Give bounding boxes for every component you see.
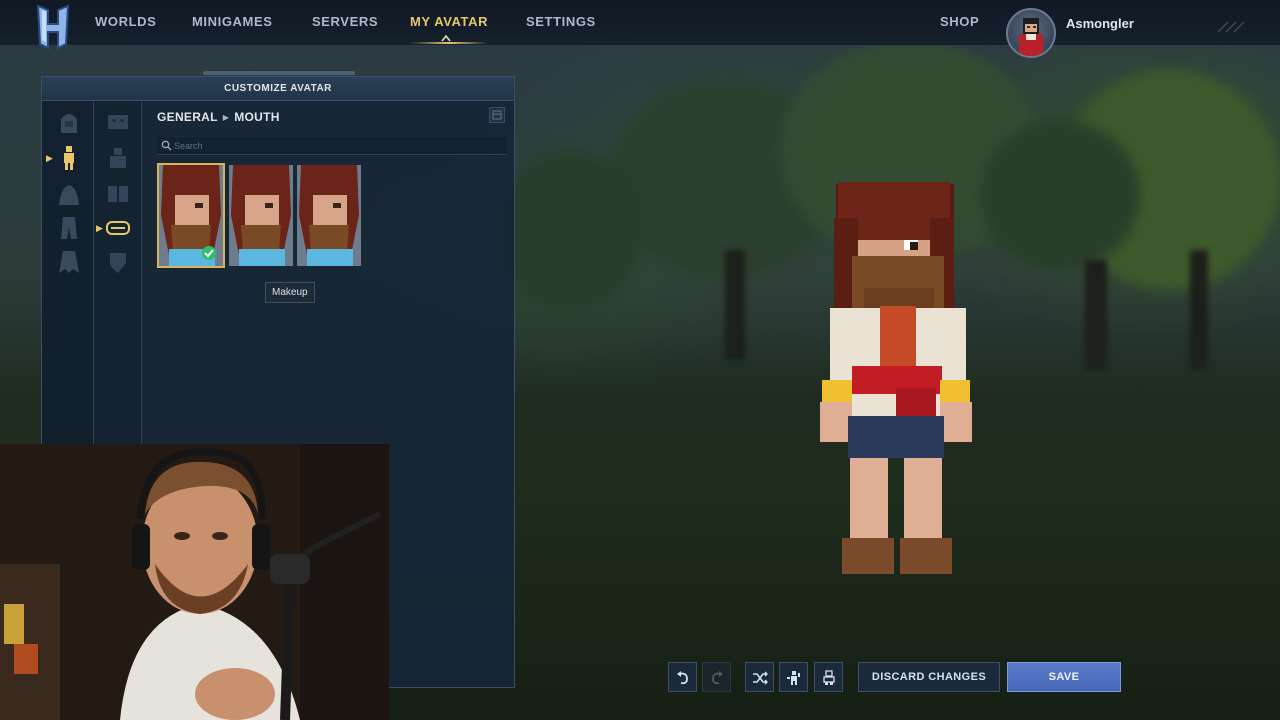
game-logo-icon[interactable] (34, 4, 72, 52)
preset-button[interactable] (814, 662, 843, 692)
nav-servers[interactable]: SERVERS (312, 14, 378, 29)
nav-shop[interactable]: SHOP (940, 14, 979, 29)
breadcrumb-separator-icon: ▶ (222, 113, 230, 122)
mouth-option-1[interactable] (157, 163, 225, 268)
mouth-icon[interactable] (104, 215, 132, 241)
face-icon[interactable] (104, 109, 132, 135)
username-label[interactable]: Asmongler (1066, 16, 1134, 31)
undo-button[interactable] (668, 662, 697, 692)
panel-title: CUSTOMIZE AVATAR (42, 77, 514, 101)
webcam-overlay (0, 444, 389, 720)
redo-button[interactable] (702, 662, 731, 692)
mouth-option-2[interactable] (229, 165, 293, 266)
preset-icon (823, 670, 835, 685)
tree-trunk (725, 250, 745, 360)
user-avatar[interactable] (1006, 8, 1056, 58)
save-button[interactable]: SAVE (1007, 662, 1121, 692)
nav-worlds[interactable]: WORLDS (95, 14, 156, 29)
randomize-button[interactable] (745, 662, 774, 692)
shield-icon[interactable] (104, 249, 132, 275)
active-tab-caret-icon (441, 34, 451, 42)
selected-subcategory-arrow-icon: ▶ (96, 223, 103, 233)
head-icon[interactable] (55, 109, 83, 135)
breadcrumb-parent[interactable]: GENERAL (157, 110, 218, 124)
breadcrumb-current: MOUTH (234, 110, 280, 124)
tree-trunk (1190, 250, 1208, 370)
panel-collapse-button[interactable] (489, 107, 505, 123)
shuffle-icon (753, 671, 768, 685)
selected-check-icon (202, 246, 216, 260)
legs-icon[interactable] (55, 215, 83, 241)
outfit-icon[interactable] (104, 181, 132, 207)
panel-drag-handle[interactable] (203, 71, 355, 75)
corner-ornament-icon (1217, 21, 1245, 33)
nav-my-avatar[interactable]: MY AVATAR (410, 14, 488, 29)
redo-icon (712, 671, 723, 685)
search-icon (161, 140, 172, 151)
body-icon[interactable] (55, 145, 83, 171)
top-navigation-bar: WORLDS MINIGAMES SERVERS MY AVATAR SETTI… (0, 0, 1280, 58)
torso-icon[interactable] (104, 145, 132, 171)
breadcrumb: GENERAL ▶ MOUTH (157, 110, 280, 124)
emote-icon (787, 671, 800, 685)
cape-icon[interactable] (55, 249, 83, 275)
tree-trunk (1085, 260, 1107, 370)
active-tab-underline (410, 42, 488, 44)
mouth-option-3[interactable] (297, 165, 361, 266)
search-input[interactable] (174, 139, 494, 153)
nav-settings[interactable]: SETTINGS (526, 14, 596, 29)
emote-button[interactable] (779, 662, 808, 692)
undo-icon (677, 671, 688, 685)
tree-foliage (980, 120, 1140, 270)
discard-changes-button[interactable]: DISCARD CHANGES (858, 662, 1000, 692)
search-bar (157, 137, 507, 155)
top-icon[interactable] (55, 181, 83, 207)
selected-category-arrow-icon: ▶ (46, 153, 53, 163)
option-tooltip: Makeup (265, 282, 315, 303)
nav-minigames[interactable]: MINIGAMES (192, 14, 273, 29)
tree-foliage (500, 150, 640, 310)
avatar-preview-character[interactable] (808, 178, 984, 580)
